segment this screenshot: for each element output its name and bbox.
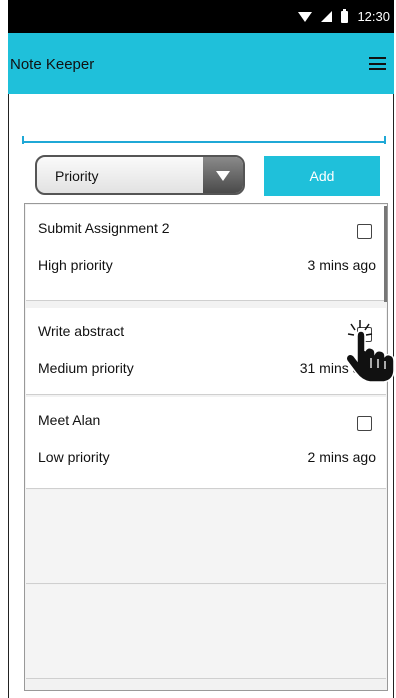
- empty-list-slot: [26, 490, 386, 584]
- note-time: 31 mins ago: [299, 360, 376, 376]
- empty-list-slot: [26, 585, 386, 679]
- note-input[interactable]: [22, 113, 386, 143]
- note-checkbox[interactable]: [357, 224, 372, 239]
- status-icons: 12:30: [298, 0, 390, 33]
- priority-dropdown[interactable]: Priority: [35, 155, 245, 195]
- note-priority: Medium priority: [38, 360, 134, 376]
- note-title: Meet Alan: [38, 412, 101, 428]
- add-button[interactable]: Add: [264, 156, 380, 196]
- note-priority: Low priority: [38, 449, 110, 465]
- dropdown-button[interactable]: [203, 157, 243, 193]
- app-bar: Note Keeper: [8, 33, 394, 94]
- note-priority: High priority: [38, 257, 113, 273]
- list-item[interactable]: Meet Alan Low priority 2 mins ago: [26, 397, 386, 489]
- input-underline-left-tick: [22, 136, 24, 144]
- signal-icon: [321, 11, 333, 22]
- chevron-down-icon: [216, 171, 230, 181]
- status-time: 12:30: [357, 9, 390, 24]
- note-title: Write abstract: [38, 323, 125, 339]
- app-title: Note Keeper: [10, 56, 95, 73]
- list-item[interactable]: Submit Assignment 2 High priority 3 mins…: [26, 205, 386, 301]
- wifi-icon: [298, 11, 313, 22]
- status-bar: 12:30: [8, 0, 394, 33]
- input-underline-right-tick: [384, 136, 386, 144]
- note-checkbox[interactable]: [357, 327, 372, 342]
- battery-icon: [341, 8, 349, 23]
- scrollbar-thumb[interactable]: [384, 206, 387, 302]
- note-title: Submit Assignment 2: [38, 220, 170, 236]
- note-checkbox[interactable]: [357, 416, 372, 431]
- list-item[interactable]: Write abstract Medium priority 31 mins a…: [26, 308, 386, 395]
- hamburger-menu-icon[interactable]: [369, 57, 386, 70]
- note-time: 2 mins ago: [307, 449, 376, 465]
- priority-selected-value: Priority: [55, 168, 99, 184]
- note-time: 3 mins ago: [307, 257, 376, 273]
- notes-list: Submit Assignment 2 High priority 3 mins…: [24, 203, 388, 691]
